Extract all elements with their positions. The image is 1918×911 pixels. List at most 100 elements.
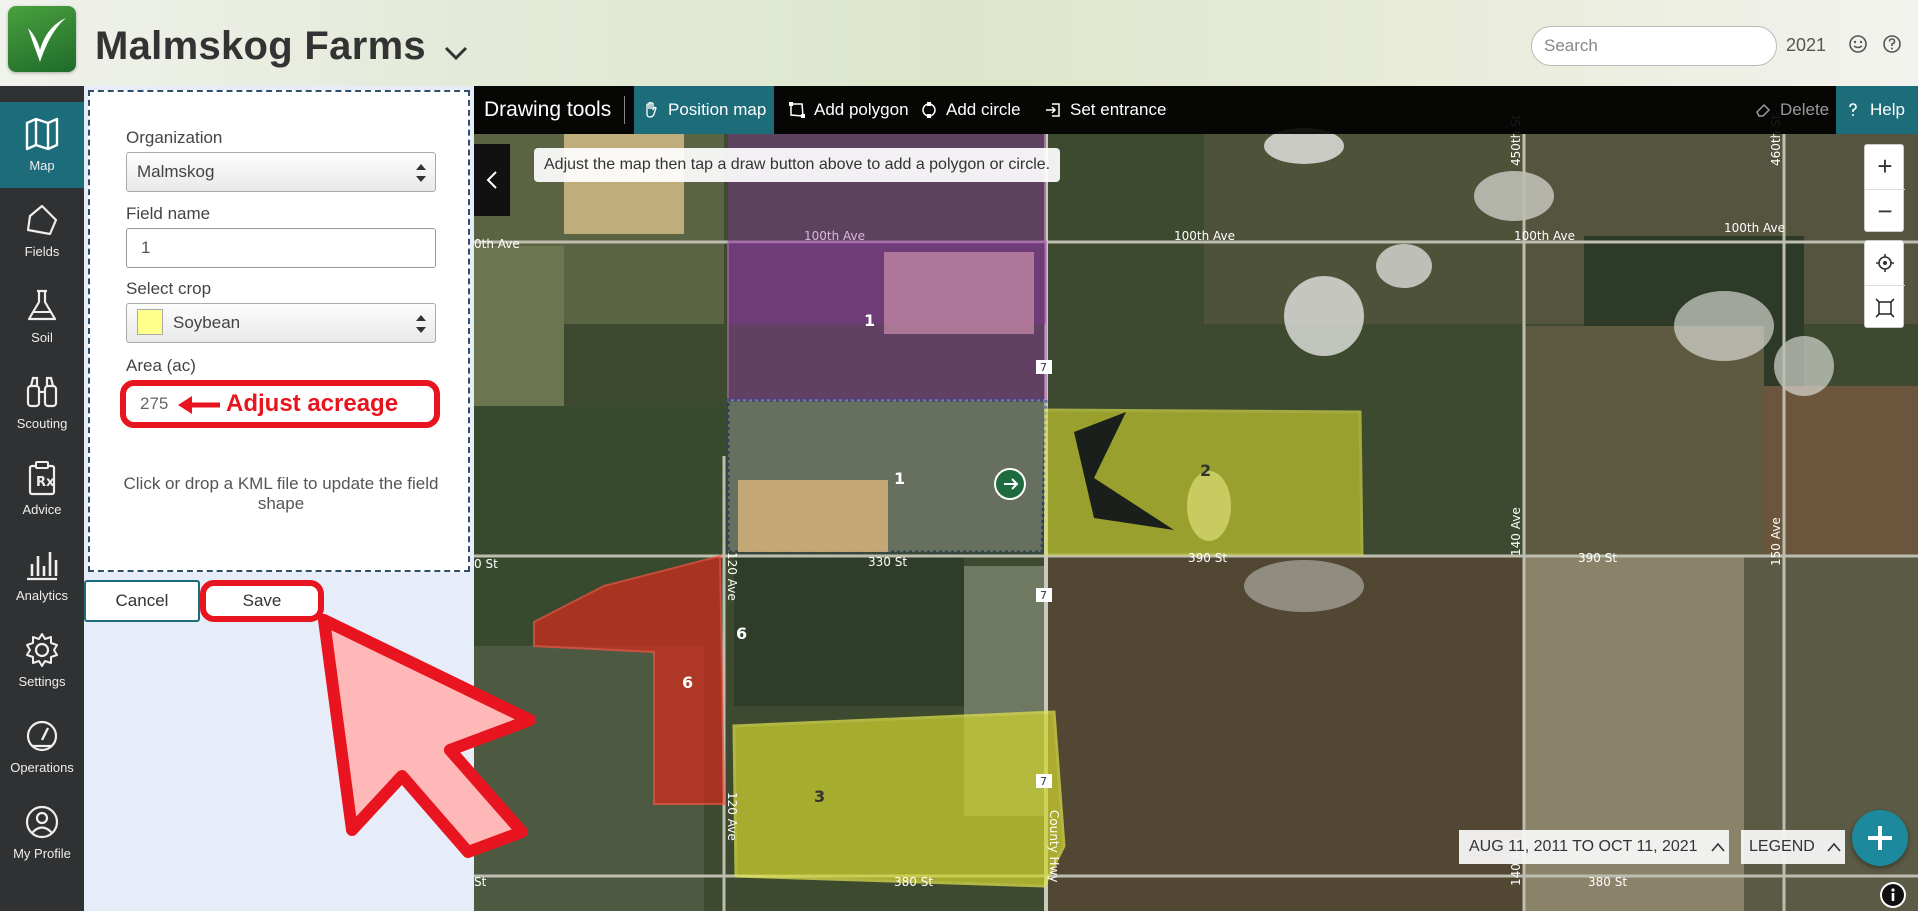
info-button[interactable] <box>1880 882 1906 908</box>
road-label: 0th Ave <box>474 237 520 251</box>
side-nav: Map Fields Soil Scouting Rx Advice Analy… <box>0 86 84 911</box>
select-arrows-icon <box>416 164 426 182</box>
field-name-label: Field name <box>126 204 211 223</box>
nav-item-operations[interactable]: Operations <box>0 704 84 790</box>
position-map-button[interactable]: Position map <box>634 86 774 134</box>
year-selector[interactable]: 2021 <box>1786 35 1826 56</box>
crop-color-swatch <box>137 309 163 336</box>
nav-item-my-profile[interactable]: My Profile <box>0 790 84 876</box>
locate-button[interactable] <box>1865 241 1905 285</box>
pointer-arrow-annotation-icon <box>318 614 536 858</box>
bar-chart-icon <box>27 552 58 581</box>
entrance-icon <box>1046 103 1060 117</box>
nav-item-advice[interactable]: Rx Advice <box>0 446 84 532</box>
area-input[interactable]: 275 Adjust acreage <box>120 380 440 428</box>
organization-select[interactable]: Malmskog <box>126 152 436 192</box>
nav-item-map[interactable]: Map <box>0 102 84 188</box>
zoom-in-button[interactable]: + <box>1865 145 1905 189</box>
road-label: 100th Ave <box>1514 229 1575 243</box>
info-icon <box>1882 884 1904 906</box>
crop-label: Select crop <box>126 279 212 298</box>
road-label: 100th Ave <box>1174 229 1235 243</box>
map-hint-tooltip: Adjust the map then tap a draw button ab… <box>534 148 1061 182</box>
location-control <box>1864 240 1905 329</box>
app-logo[interactable] <box>8 6 76 72</box>
nav-item-analytics[interactable]: Analytics <box>0 532 84 618</box>
organization-label: Organization <box>126 128 223 147</box>
field-label: 6 <box>682 673 693 692</box>
entrance-marker-icon[interactable] <box>994 468 1026 500</box>
road-label: 120 Ave <box>725 792 739 841</box>
road-label: St <box>474 875 487 889</box>
road-label: 0 St <box>474 557 498 571</box>
nav-item-soil[interactable]: Soil <box>0 274 84 360</box>
road-label: 140 Ave <box>1509 507 1523 556</box>
crosshair-icon <box>1876 254 1894 272</box>
area-label: Area (ac) <box>126 356 196 375</box>
delete-button[interactable]: Delete <box>1746 86 1829 134</box>
top-bar: Malmskog Farms 2021 <box>0 0 1918 86</box>
road-label: 380 St <box>894 875 933 889</box>
search-input[interactable] <box>1531 26 1777 66</box>
road-label: 100th Ave <box>1724 221 1785 235</box>
circle-icon <box>922 102 936 118</box>
road-label: 100th Ave <box>804 229 865 243</box>
map-icon <box>25 117 59 151</box>
nav-item-settings[interactable]: Settings <box>0 618 84 704</box>
farm-title[interactable]: Malmskog Farms <box>95 24 426 69</box>
kml-drop-zone[interactable]: Click or drop a KML file to update the f… <box>120 474 442 514</box>
route-badge: 7 <box>1040 589 1047 602</box>
date-range-selector[interactable]: AUG 11, 2011 TO OCT 11, 2021 <box>1459 830 1729 864</box>
chevron-down-icon[interactable] <box>444 46 468 60</box>
smiley-feedback-icon[interactable] <box>1848 34 1868 54</box>
road-label: 150 Ave <box>1769 517 1783 566</box>
field-label: 2 <box>1200 461 1211 480</box>
flask-icon <box>27 289 57 321</box>
add-fab-button[interactable] <box>1852 810 1908 866</box>
field-label: 1 <box>894 469 905 488</box>
drawing-toolbar: Drawing tools Position map Add polygon A… <box>474 86 1918 134</box>
polygon-icon <box>789 102 805 118</box>
add-circle-button[interactable]: Add circle <box>912 86 1021 134</box>
leaf-logo-icon <box>28 18 66 62</box>
plus-icon <box>1868 826 1892 850</box>
chevron-left-icon <box>486 171 497 189</box>
arrow-left-icon <box>178 396 220 414</box>
cancel-button[interactable]: Cancel <box>84 580 200 622</box>
road-label: 380 St <box>1588 875 1627 889</box>
zoom-control: + − <box>1864 144 1905 233</box>
help-icon <box>1849 103 1857 116</box>
nav-item-scouting[interactable]: Scouting <box>0 360 84 446</box>
satellite-map[interactable]: 1 1 2 3 6 6 0th Ave 100th Ave 100th Ave … <box>474 86 1918 911</box>
crop-select[interactable]: Soybean <box>126 303 436 343</box>
help-icon[interactable] <box>1882 34 1902 54</box>
select-arrows-icon <box>416 315 426 333</box>
drawing-tools-title: Drawing tools <box>484 98 612 121</box>
road-label: County Hwy <box>1047 810 1061 883</box>
gear-icon <box>26 633 58 667</box>
hand-icon <box>646 101 657 118</box>
add-polygon-button[interactable]: Add polygon <box>780 86 909 134</box>
help-button[interactable]: Help <box>1836 86 1918 134</box>
prescription-icon: Rx <box>28 461 56 496</box>
fit-bounds-button[interactable] <box>1865 285 1905 329</box>
svg-text:Rx: Rx <box>36 475 55 490</box>
chevron-up-icon <box>1711 842 1725 852</box>
field-label: 3 <box>814 787 825 806</box>
user-icon <box>25 805 59 839</box>
field-name-input[interactable]: 1 <box>126 228 436 268</box>
area-value: 275 <box>140 394 169 413</box>
road-label: 390 St <box>1188 551 1227 565</box>
collapse-panel-button[interactable] <box>474 144 510 216</box>
field-label: 6 <box>736 624 747 643</box>
legend-toggle[interactable]: LEGEND <box>1741 830 1845 864</box>
route-badge: 7 <box>1040 361 1047 374</box>
road-label: 120 Ave <box>725 552 739 601</box>
field-label: 1 <box>864 311 875 330</box>
zoom-out-button[interactable]: − <box>1865 189 1905 233</box>
nav-item-fields[interactable]: Fields <box>0 188 84 274</box>
adjust-acreage-annotation: Adjust acreage <box>226 390 399 417</box>
set-entrance-button[interactable]: Set entrance <box>1036 86 1166 134</box>
eraser-icon <box>1756 103 1771 117</box>
chevron-up-icon <box>1827 842 1841 852</box>
